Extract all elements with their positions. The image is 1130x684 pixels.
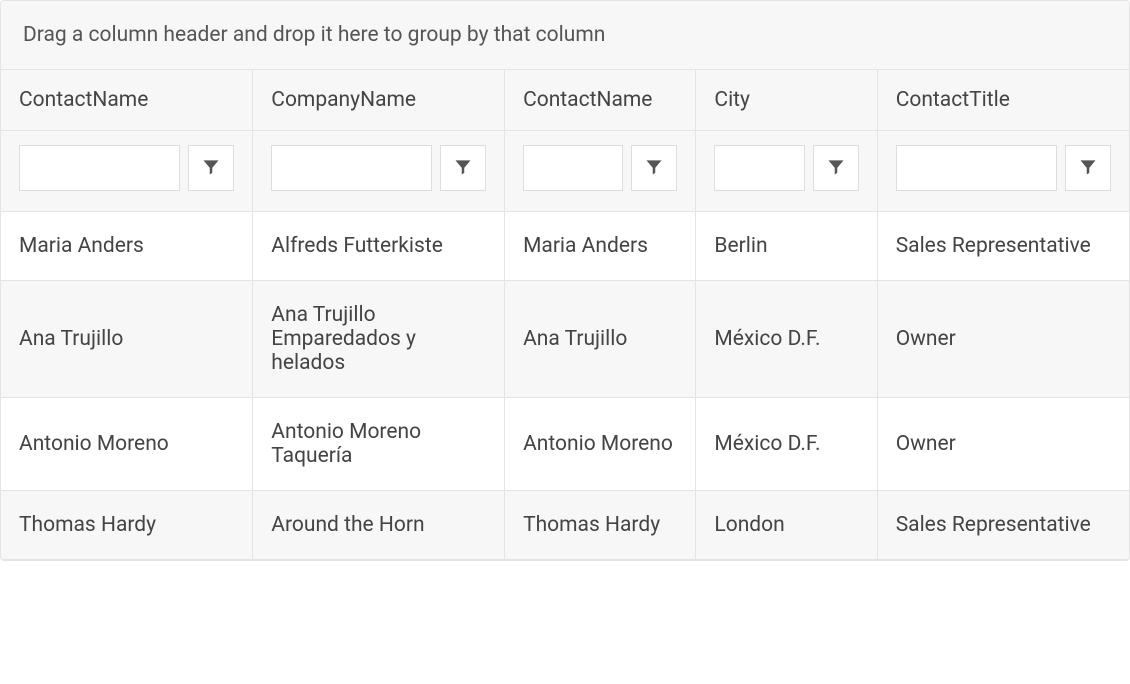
filter-icon [644, 157, 664, 180]
filter-input-companyname[interactable] [271, 145, 432, 191]
column-header-contactname[interactable]: ContactName [1, 70, 253, 131]
filter-cell [271, 145, 486, 191]
cell-contactname2: Maria Anders [505, 212, 696, 281]
header-row: ContactName CompanyName ContactName City… [1, 70, 1129, 131]
table-row[interactable]: Ana Trujillo Ana Trujillo Emparedados y … [1, 281, 1129, 398]
column-header-companyname[interactable]: CompanyName [253, 70, 505, 131]
cell-contactname: Antonio Moreno [1, 398, 253, 491]
cell-contactname: Thomas Hardy [1, 491, 253, 560]
filter-button-contactname2[interactable] [631, 145, 677, 191]
cell-contacttitle: Owner [877, 398, 1129, 491]
group-panel[interactable]: Drag a column header and drop it here to… [1, 1, 1129, 70]
cell-companyname: Around the Horn [253, 491, 505, 560]
column-header-contacttitle[interactable]: ContactTitle [877, 70, 1129, 131]
filter-icon [1078, 157, 1098, 180]
cell-contactname2: Thomas Hardy [505, 491, 696, 560]
filter-row [1, 131, 1129, 212]
cell-contactname: Ana Trujillo [1, 281, 253, 398]
column-header-contactname2[interactable]: ContactName [505, 70, 696, 131]
filter-input-city[interactable] [714, 145, 804, 191]
filter-button-city[interactable] [813, 145, 859, 191]
cell-city: London [696, 491, 877, 560]
cell-companyname: Ana Trujillo Emparedados y helados [253, 281, 505, 398]
table-row[interactable]: Maria Anders Alfreds Futterkiste Maria A… [1, 212, 1129, 281]
filter-cell [523, 145, 677, 191]
filter-icon [453, 157, 473, 180]
data-grid: Drag a column header and drop it here to… [0, 0, 1130, 561]
filter-input-contactname2[interactable] [523, 145, 623, 191]
filter-input-contacttitle[interactable] [896, 145, 1057, 191]
cell-contacttitle: Owner [877, 281, 1129, 398]
cell-city: México D.F. [696, 281, 877, 398]
cell-city: Berlin [696, 212, 877, 281]
cell-contactname2: Antonio Moreno [505, 398, 696, 491]
grid-table: ContactName CompanyName ContactName City… [1, 70, 1129, 560]
filter-cell [19, 145, 234, 191]
filter-button-companyname[interactable] [440, 145, 486, 191]
filter-cell [714, 145, 858, 191]
cell-companyname: Antonio Moreno Taquería [253, 398, 505, 491]
cell-contactname: Maria Anders [1, 212, 253, 281]
filter-icon [826, 157, 846, 180]
column-header-city[interactable]: City [696, 70, 877, 131]
filter-icon [201, 157, 221, 180]
cell-companyname: Alfreds Futterkiste [253, 212, 505, 281]
filter-cell [896, 145, 1111, 191]
table-row[interactable]: Antonio Moreno Antonio Moreno Taquería A… [1, 398, 1129, 491]
cell-city: México D.F. [696, 398, 877, 491]
filter-button-contacttitle[interactable] [1065, 145, 1111, 191]
cell-contactname2: Ana Trujillo [505, 281, 696, 398]
table-row[interactable]: Thomas Hardy Around the Horn Thomas Hard… [1, 491, 1129, 560]
cell-contacttitle: Sales Representative [877, 212, 1129, 281]
filter-button-contactname[interactable] [188, 145, 234, 191]
cell-contacttitle: Sales Representative [877, 491, 1129, 560]
filter-input-contactname[interactable] [19, 145, 180, 191]
